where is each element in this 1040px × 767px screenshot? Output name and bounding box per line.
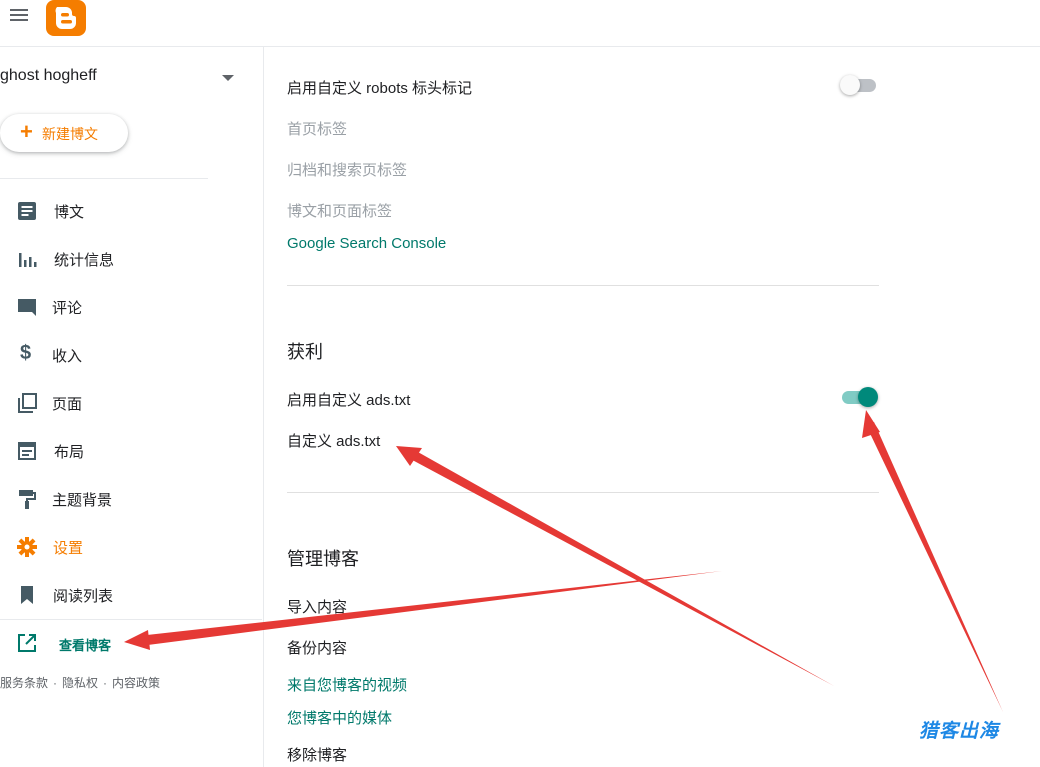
- sidebar-divider: [0, 619, 262, 620]
- sidebar-item-label: 主题背景: [52, 492, 113, 509]
- sidebar-item-label: 设置: [53, 540, 84, 557]
- sidebar-item-comments[interactable]: 评论: [0, 286, 262, 326]
- plus-icon: +: [20, 119, 33, 144]
- dollar-icon: $: [20, 342, 32, 364]
- arrow-to-ads-toggle: [866, 422, 1003, 712]
- content-policy-link[interactable]: 内容政策: [112, 676, 160, 690]
- gear-icon: [17, 537, 37, 557]
- sidebar-item-reading-list[interactable]: 阅读列表: [0, 574, 262, 614]
- toggle-knob: [858, 387, 878, 407]
- archive-search-tags-setting: 归档和搜索页标签: [287, 162, 408, 179]
- sidebar-divider: [0, 178, 208, 179]
- paint-roller-icon: [19, 490, 36, 509]
- monetization-section-title: 获利: [287, 342, 323, 362]
- separator-dot: ·: [103, 676, 108, 690]
- watermark: 猎客出海: [919, 721, 1000, 742]
- sidebar-item-layout[interactable]: 布局: [0, 430, 262, 470]
- new-post-label: 新建博文: [42, 126, 98, 142]
- custom-ads-txt-toggle[interactable]: [840, 387, 878, 407]
- section-divider: [287, 285, 879, 286]
- import-content-setting[interactable]: 导入内容: [287, 596, 347, 617]
- view-blog-link[interactable]: 查看博客: [0, 625, 200, 661]
- blogger-b-icon: [55, 7, 76, 29]
- sidebar-item-label: 阅读列表: [53, 588, 114, 605]
- footer-links: 服务条款 · 隐私权 · 内容政策: [0, 674, 160, 691]
- blog-name: ghost hogheff: [0, 67, 97, 84]
- privacy-link[interactable]: 隐私权: [62, 676, 98, 690]
- custom-ads-txt-setting[interactable]: 自定义 ads.txt: [287, 430, 380, 451]
- sidebar-item-earnings[interactable]: $ 收入: [0, 334, 262, 374]
- sidebar-item-label: 收入: [52, 348, 83, 365]
- sidebar: ghost hogheff + 新建博文 博文 统计信息 评论 $ 收入 页面 …: [0, 47, 264, 767]
- sidebar-item-stats[interactable]: 统计信息: [0, 238, 262, 278]
- section-divider: [287, 492, 879, 493]
- toggle-knob: [840, 75, 860, 95]
- sidebar-item-posts[interactable]: 博文: [0, 190, 262, 230]
- open-in-new-icon: [18, 634, 36, 652]
- hamburger-menu-icon[interactable]: [8, 6, 30, 28]
- custom-robots-header-label: 启用自定义 robots 标头标记: [287, 80, 473, 97]
- sidebar-item-label: 统计信息: [54, 252, 115, 269]
- sidebar-item-label: 评论: [52, 300, 83, 317]
- google-search-console-link[interactable]: Google Search Console: [287, 235, 446, 252]
- sidebar-item-pages[interactable]: 页面: [0, 382, 262, 422]
- settings-panel: 启用自定义 robots 标头标记 首页标签 归档和搜索页标签 博文和页面标签 …: [287, 0, 879, 767]
- comment-icon: [18, 299, 36, 316]
- new-post-button[interactable]: + 新建博文: [0, 114, 128, 152]
- pages-icon: [18, 393, 37, 413]
- remove-blog-setting[interactable]: 移除博客: [287, 744, 347, 765]
- manage-blog-section-title: 管理博客: [287, 549, 359, 569]
- custom-robots-header-toggle[interactable]: [840, 75, 878, 95]
- bar-chart-icon: [19, 253, 37, 267]
- custom-ads-txt-label: 启用自定义 ads.txt: [287, 392, 411, 409]
- layout-icon: [18, 442, 36, 460]
- home-page-tags-setting: 首页标签: [287, 121, 348, 138]
- videos-from-blog-link[interactable]: 来自您博客的视频: [287, 674, 407, 695]
- view-blog-label: 查看博客: [59, 638, 112, 653]
- sidebar-item-label: 布局: [54, 444, 85, 461]
- document-icon: [18, 202, 36, 220]
- media-in-blog-link[interactable]: 您博客中的媒体: [287, 707, 392, 728]
- blog-selector[interactable]: ghost hogheff: [0, 67, 240, 89]
- terms-link[interactable]: 服务条款: [0, 676, 48, 690]
- sidebar-item-settings[interactable]: 设置: [0, 526, 262, 566]
- sidebar-item-label: 页面: [52, 396, 83, 413]
- post-page-tags-setting: 博文和页面标签: [287, 203, 393, 220]
- backup-content-setting[interactable]: 备份内容: [287, 637, 347, 658]
- bookmark-icon: [21, 586, 33, 604]
- chevron-down-icon: [222, 75, 234, 81]
- sidebar-item-label: 博文: [54, 204, 85, 221]
- blogger-logo[interactable]: [46, 0, 86, 36]
- separator-dot: ·: [53, 676, 58, 690]
- sidebar-item-theme[interactable]: 主题背景: [0, 478, 262, 518]
